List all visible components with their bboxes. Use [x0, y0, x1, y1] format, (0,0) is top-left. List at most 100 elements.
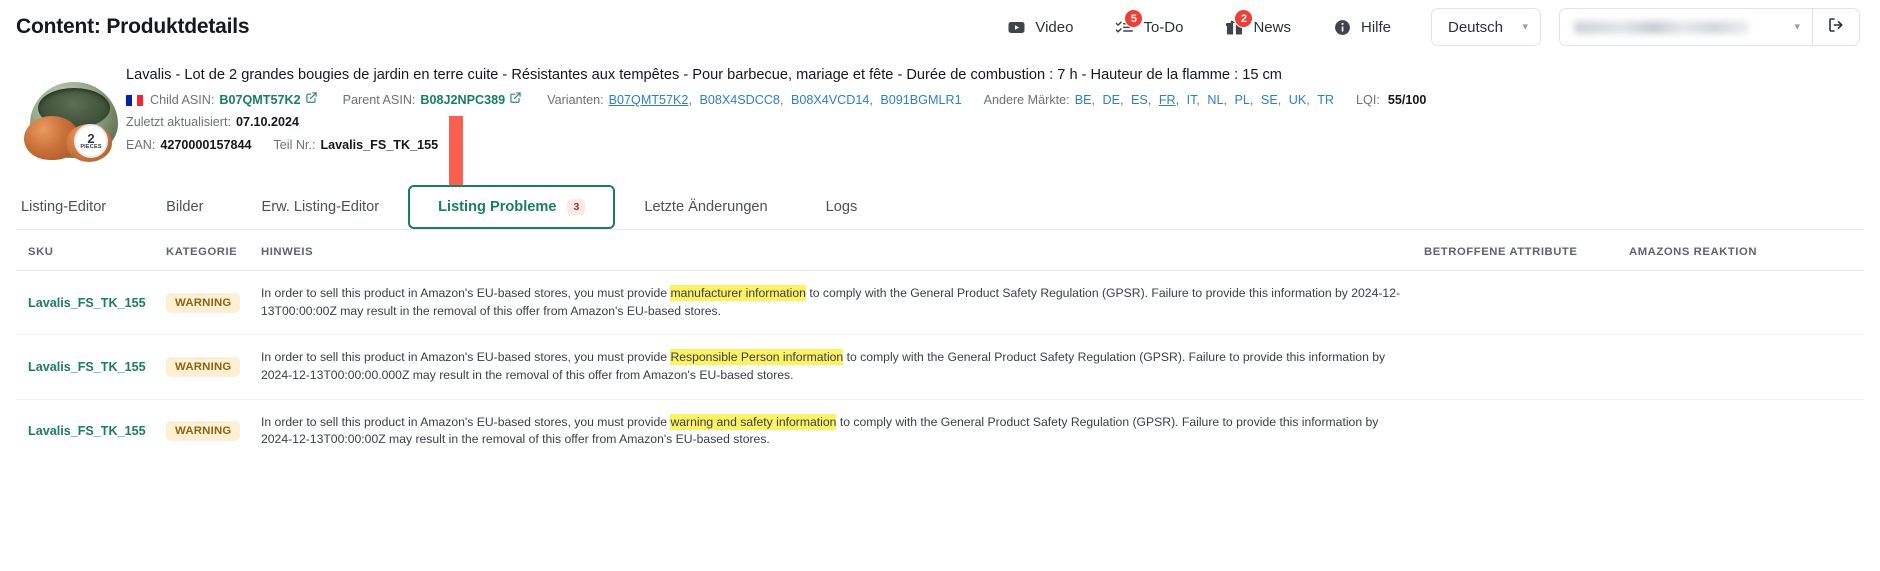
- market-link-pl[interactable]: PL: [1235, 93, 1250, 107]
- market-link-it[interactable]: IT: [1187, 93, 1197, 107]
- market-link-nl[interactable]: NL: [1207, 93, 1223, 107]
- variant-separator: ,: [779, 92, 787, 107]
- variant-separator: ,: [869, 92, 877, 107]
- sku-link[interactable]: Lavalis_FS_TK_155: [28, 360, 146, 374]
- col-header-sku: SKU: [16, 246, 166, 271]
- variant-link[interactable]: B08X4SDCC8: [699, 93, 780, 107]
- tab-label: Logs: [825, 199, 858, 215]
- parent-asin-group: Parent ASIN: B08J2NPC389: [343, 91, 526, 111]
- market-link-uk[interactable]: UK: [1289, 93, 1307, 107]
- language-select-value: Deutsch: [1448, 18, 1504, 36]
- tab-listing-editor[interactable]: Listing-Editor: [16, 185, 137, 229]
- hinweis-text-pre: In order to sell this product in Amazon'…: [261, 286, 671, 300]
- product-thumbnail-image: 2 PIECES: [22, 76, 126, 164]
- sku-link[interactable]: Lavalis_FS_TK_155: [28, 296, 146, 310]
- cell-hinweis: In order to sell this product in Amazon'…: [261, 334, 1424, 400]
- market-link-se[interactable]: SE: [1261, 93, 1278, 107]
- ean-part-row: EAN: 4270000157844 Teil Nr.: Lavalis_FS_…: [126, 136, 1864, 156]
- col-header-hinweis: HINWEIS: [261, 246, 1424, 271]
- market-separator: ,: [1120, 92, 1127, 107]
- market-separator: ,: [1277, 92, 1285, 107]
- chevron-down-icon: ▾: [1794, 20, 1800, 33]
- nav-label-todo: To-Do: [1143, 18, 1184, 36]
- tab-logs[interactable]: Logs: [797, 185, 887, 229]
- lqi-label: LQI:: [1356, 92, 1380, 107]
- lqi-group: LQI: 55/100: [1356, 91, 1426, 111]
- markets-list: BE, DE, ES, FR, IT, NL, PL, SE, UK, TR: [1075, 91, 1334, 111]
- nav-item-video[interactable]: Video: [1007, 18, 1073, 37]
- col-header-kategorie: KATEGORIE: [166, 246, 261, 271]
- child-asin-value[interactable]: B07QMT57K2: [219, 91, 300, 111]
- tab-listing-probleme[interactable]: Listing Probleme 3: [408, 185, 616, 229]
- ean-group: EAN: 4270000157844: [126, 136, 251, 156]
- hinweis-highlight: warning and safety information: [670, 413, 837, 430]
- market-separator: ,: [1091, 92, 1099, 107]
- sku-link[interactable]: Lavalis_FS_TK_155: [28, 424, 146, 438]
- market-separator: ,: [1196, 92, 1204, 107]
- table-head: SKU KATEGORIE HINWEIS BETROFFENE ATTRIBU…: [16, 246, 1864, 271]
- parent-asin-value[interactable]: B08J2NPC389: [420, 91, 505, 111]
- last-updated-value: 07.10.2024: [236, 115, 300, 130]
- cell-hinweis: In order to sell this product in Amazon'…: [261, 399, 1424, 463]
- tab-label: Listing-Editor: [21, 199, 107, 215]
- hinweis-text-pre: In order to sell this product in Amazon'…: [261, 414, 671, 429]
- product-summary: 2 PIECES Lavalis - Lot de 2 grandes boug…: [0, 54, 1880, 224]
- nav-item-hilfe[interactable]: Hilfe: [1333, 18, 1391, 37]
- market-link-es[interactable]: ES: [1131, 93, 1148, 107]
- pieces-badge-number: 2: [87, 130, 95, 146]
- market-link-be[interactable]: BE: [1075, 93, 1092, 107]
- tab-bilder[interactable]: Bilder: [137, 185, 232, 229]
- variant-link[interactable]: B08X4VCD14: [791, 93, 869, 107]
- external-link-icon[interactable]: [305, 92, 317, 109]
- col-header-reaktion: AMAZONS REAKTION: [1629, 246, 1864, 271]
- nav-item-news[interactable]: 2 News: [1225, 8, 1291, 37]
- market-link-de[interactable]: DE: [1103, 93, 1121, 107]
- cell-kategorie: WARNING: [166, 270, 261, 336]
- cell-sku: Lavalis_FS_TK_155: [16, 399, 166, 463]
- tab-bar: Listing-Editor Bilder Erw. Listing-Editor L…: [16, 185, 1864, 230]
- variant-link[interactable]: B07QMT57K2: [609, 93, 689, 107]
- cell-attribute: [1424, 334, 1629, 400]
- product-info: Lavalis - Lot de 2 grandes bougies de ja…: [126, 62, 1864, 166]
- tab-label: Letzte Änderungen: [644, 199, 768, 215]
- ean-value: 4270000157844: [160, 137, 252, 152]
- hinweis-highlight: manufacturer information: [670, 285, 806, 301]
- nav-label-hilfe: Hilfe: [1360, 18, 1391, 36]
- account-select[interactable]: ▾: [1560, 9, 1812, 45]
- cell-reaktion: [1629, 334, 1864, 400]
- header-nav: Video 5 To-Do 2 News Hilfe: [1007, 8, 1391, 37]
- variant-separator: ,: [688, 92, 696, 107]
- video-icon: [1007, 18, 1026, 37]
- todo-badge: 5: [1124, 8, 1144, 28]
- language-select[interactable]: Deutsch ▾: [1431, 8, 1541, 46]
- tabs-section: Listing-Editor Bilder Erw. Listing-Editor L…: [0, 185, 1880, 230]
- chevron-down-icon: ▾: [1522, 20, 1528, 33]
- external-link-icon[interactable]: [510, 92, 521, 109]
- nav-item-todo[interactable]: 5 To-Do: [1115, 8, 1184, 37]
- last-updated-label: Zuletzt aktualisiert:: [126, 115, 231, 130]
- product-thumbnail[interactable]: 2 PIECES: [22, 76, 126, 166]
- child-asin-label: Child ASIN:: [150, 92, 215, 107]
- tab-label: Listing Probleme: [438, 199, 557, 215]
- market-link-fr[interactable]: FR: [1159, 93, 1176, 107]
- status-badge: WARNING: [166, 357, 241, 378]
- markets-label: Andere Märkte:: [983, 92, 1070, 107]
- tab-letzte-nderungen[interactable]: Letzte Änderungen: [615, 185, 796, 229]
- logout-button[interactable]: [1812, 9, 1859, 45]
- market-separator: ,: [1175, 92, 1183, 107]
- info-icon: [1333, 18, 1352, 37]
- status-badge: WARNING: [166, 421, 241, 442]
- variants-label: Varianten:: [547, 92, 604, 107]
- fr-flag-icon: [126, 94, 143, 106]
- status-badge: WARNING: [166, 292, 241, 313]
- cell-kategorie: WARNING: [166, 399, 261, 463]
- tab-erw-listing-editor[interactable]: Erw. Listing-Editor: [232, 185, 408, 229]
- cell-sku: Lavalis_FS_TK_155: [16, 270, 166, 336]
- market-separator: ,: [1223, 92, 1231, 107]
- market-link-tr[interactable]: TR: [1317, 93, 1334, 107]
- nav-label-video: Video: [1035, 18, 1074, 36]
- ean-label: EAN:: [126, 137, 156, 152]
- variant-link[interactable]: B091BGMLR1: [880, 93, 961, 107]
- cell-sku: Lavalis_FS_TK_155: [16, 334, 166, 400]
- account-name-redacted: [1574, 20, 1749, 34]
